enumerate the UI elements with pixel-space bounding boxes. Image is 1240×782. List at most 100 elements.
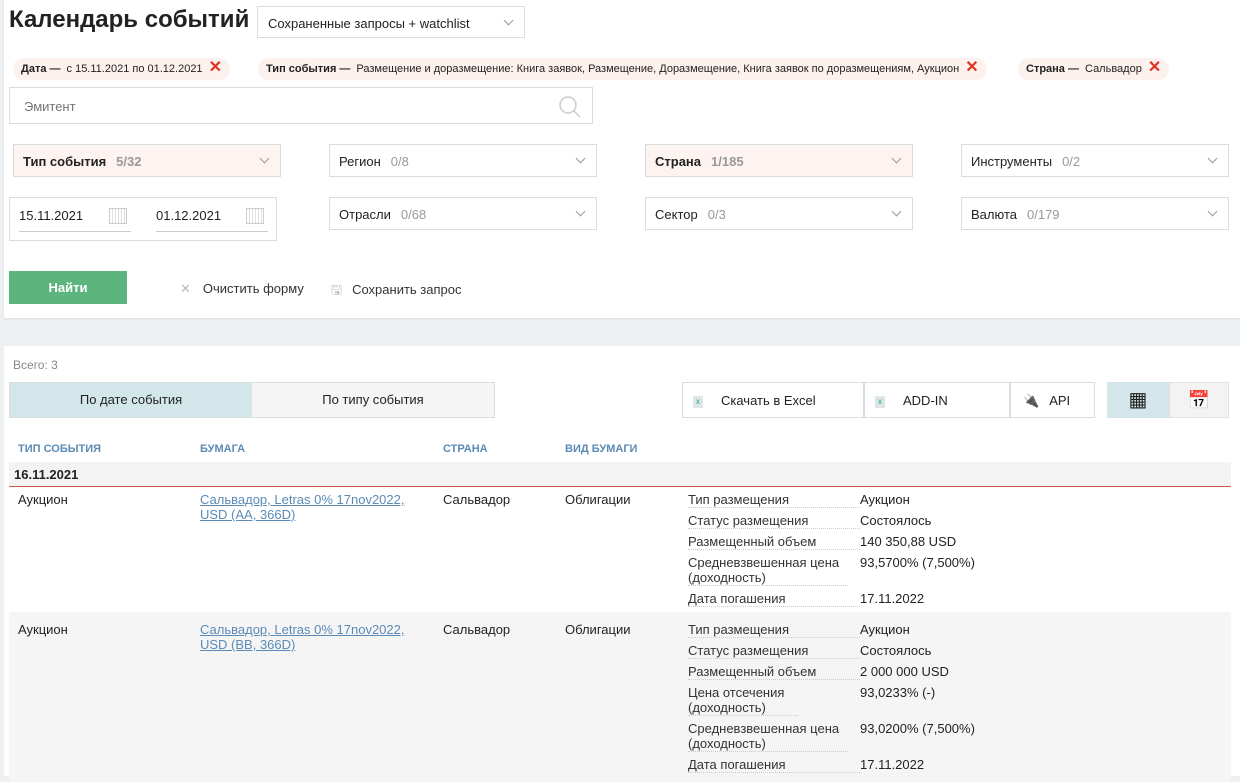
select-count: 0/3 (707, 207, 726, 222)
plug-icon: 🔌 (1023, 393, 1040, 408)
date-to-input[interactable]: 01.12.2021 (156, 208, 268, 232)
chevron-down-icon (1207, 153, 1218, 164)
detail-label: Средневзвешенная цена (доходность) (688, 555, 848, 586)
detail-value: 17.11.2022 (860, 591, 925, 606)
chip-value: с 15.11.2021 по 01.12.2021 (66, 63, 203, 75)
currency-select[interactable]: Валюта 0/179 (961, 197, 1229, 230)
saved-queries-dropdown[interactable]: Сохраненные запросы + watchlist (257, 6, 525, 38)
industries-select[interactable]: Отрасли 0/68 (329, 197, 597, 230)
country: Сальвадор (443, 622, 511, 637)
filter-chip-date: Дата — с 15.11.2021 по 01.12.2021 ✕ (13, 58, 230, 80)
column-header-paper[interactable]: БУМАГА (200, 443, 245, 455)
page-title: Календарь событий (9, 6, 250, 33)
select-count: 5/32 (116, 154, 142, 169)
date-from-input[interactable]: 15.11.2021 (19, 208, 131, 232)
detail-value: 140 350,88 USD (860, 534, 957, 549)
chevron-down-icon (891, 206, 902, 217)
detail-label: Статус размещения (688, 513, 860, 529)
search-placeholder: Эмитент (24, 99, 76, 114)
chip-value: Размещение и доразмещение: Книга заявок,… (356, 63, 960, 75)
region-select[interactable]: Регион 0/8 (329, 144, 597, 177)
chip-label: Страна — (1026, 63, 1079, 75)
detail-label: Дата погашения (688, 591, 860, 607)
filter-chip-country: Страна — Сальвадор ✕ (1018, 58, 1170, 80)
event-type: Аукцион (18, 622, 68, 637)
date-from-value: 15.11.2021 (19, 208, 84, 223)
clear-form-button[interactable]: ✕ Очистить форму (180, 281, 304, 297)
chip-label: Тип события — (266, 63, 351, 75)
select-label: Тип события (23, 154, 107, 169)
select-count: 1/185 (711, 154, 744, 169)
tab-by-date[interactable]: По дате события (10, 383, 252, 417)
select-label: Сектор (655, 207, 698, 222)
detail-label: Тип размещения (688, 492, 860, 508)
detail-label: Тип размещения (688, 622, 860, 638)
column-header-country[interactable]: СТРАНА (443, 443, 488, 455)
total-count: Всего: 3 (13, 358, 58, 372)
paper-kind: Облигации (565, 622, 631, 637)
event-type-select[interactable]: Тип события 5/32 (13, 144, 281, 177)
tab-by-type[interactable]: По типу события (252, 383, 494, 417)
filter-chip-event-type: Тип события — Размещение и доразмещение: … (258, 58, 987, 80)
date-to-value: 01.12.2021 (156, 208, 222, 223)
detail-label: Статус размещения (688, 643, 860, 659)
saved-queries-label: Сохраненные запросы + watchlist (268, 16, 470, 31)
api-button[interactable]: 🔌 API (1010, 382, 1095, 418)
calendar-icon: 📅 (1187, 390, 1211, 410)
addin-label: ADD-IN (903, 393, 948, 408)
save-icon: 🖫 (331, 282, 343, 297)
detail-value: 93,0233% (-) (860, 685, 936, 700)
detail-value: 93,0200% (7,500%) (860, 721, 975, 736)
save-query-button[interactable]: 🖫 Сохранить запрос (331, 281, 461, 303)
details: Тип размещения Аукцион Статус размещения С… (688, 492, 975, 612)
detail-value: 17.11.2022 (860, 757, 925, 772)
excel-icon: x (875, 395, 885, 408)
paper-kind: Облигации (565, 492, 631, 507)
column-header-type[interactable]: ТИП СОБЫТИЯ (18, 443, 101, 455)
calendar-view-button[interactable]: 📅 (1169, 382, 1229, 418)
calendar-icon[interactable] (246, 208, 264, 224)
close-icon[interactable]: ✕ (209, 59, 222, 76)
detail-value: Состоялось (860, 513, 932, 528)
select-label: Отрасли (339, 207, 391, 222)
country-select[interactable]: Страна 1/185 (645, 144, 913, 177)
detail-value: Состоялось (860, 643, 932, 658)
select-count: 0/2 (1062, 154, 1081, 169)
sector-select[interactable]: Сектор 0/3 (645, 197, 913, 230)
select-count: 0/8 (390, 154, 409, 169)
close-icon: ✕ (180, 281, 191, 296)
chevron-down-icon (575, 153, 586, 164)
detail-value: 2 000 000 USD (860, 664, 949, 679)
save-query-label: Сохранить запрос (352, 282, 462, 297)
detail-label: Размещенный объем (688, 664, 860, 680)
excel-download-button[interactable]: x Скачать в Excel (682, 382, 864, 418)
close-icon[interactable]: ✕ (965, 59, 978, 76)
detail-label: Цена отсечения (доходность) (688, 685, 798, 716)
chevron-down-icon (503, 15, 514, 26)
grid-icon: ▦ (1128, 389, 1148, 411)
addin-button[interactable]: x ADD-IN (864, 382, 1010, 418)
select-label: Инструменты (971, 154, 1053, 169)
search-icon (559, 96, 581, 118)
select-count: 0/179 (1027, 207, 1060, 222)
chip-label: Дата — (21, 63, 61, 75)
close-icon[interactable]: ✕ (1148, 59, 1161, 76)
instruments-select[interactable]: Инструменты 0/2 (961, 144, 1229, 177)
paper-link[interactable]: Сальвадор, Letras 0% 17nov2022, USD (AA,… (200, 492, 435, 522)
select-label: Страна (655, 154, 702, 169)
grid-view-button[interactable]: ▦ (1107, 382, 1169, 418)
event-type: Аукцион (18, 492, 68, 507)
detail-label: Размещенный объем (688, 534, 860, 550)
paper-link[interactable]: Сальвадор, Letras 0% 17nov2022, USD (BB,… (200, 622, 435, 652)
chevron-down-icon (891, 153, 902, 164)
excel-icon: x (693, 395, 703, 408)
issuer-search-input[interactable]: Эмитент (9, 87, 593, 124)
date-range: 15.11.2021 01.12.2021 (9, 197, 277, 241)
chip-value: Сальвадор (1085, 63, 1142, 75)
detail-value: Аукцион (860, 492, 910, 507)
detail-value: Аукцион (860, 622, 910, 637)
column-header-kind[interactable]: ВИД БУМАГИ (565, 443, 637, 455)
calendar-icon[interactable] (109, 208, 127, 224)
find-button[interactable]: Найти (9, 271, 127, 304)
details: Тип размещения Аукцион Статус размещения С… (688, 622, 975, 778)
